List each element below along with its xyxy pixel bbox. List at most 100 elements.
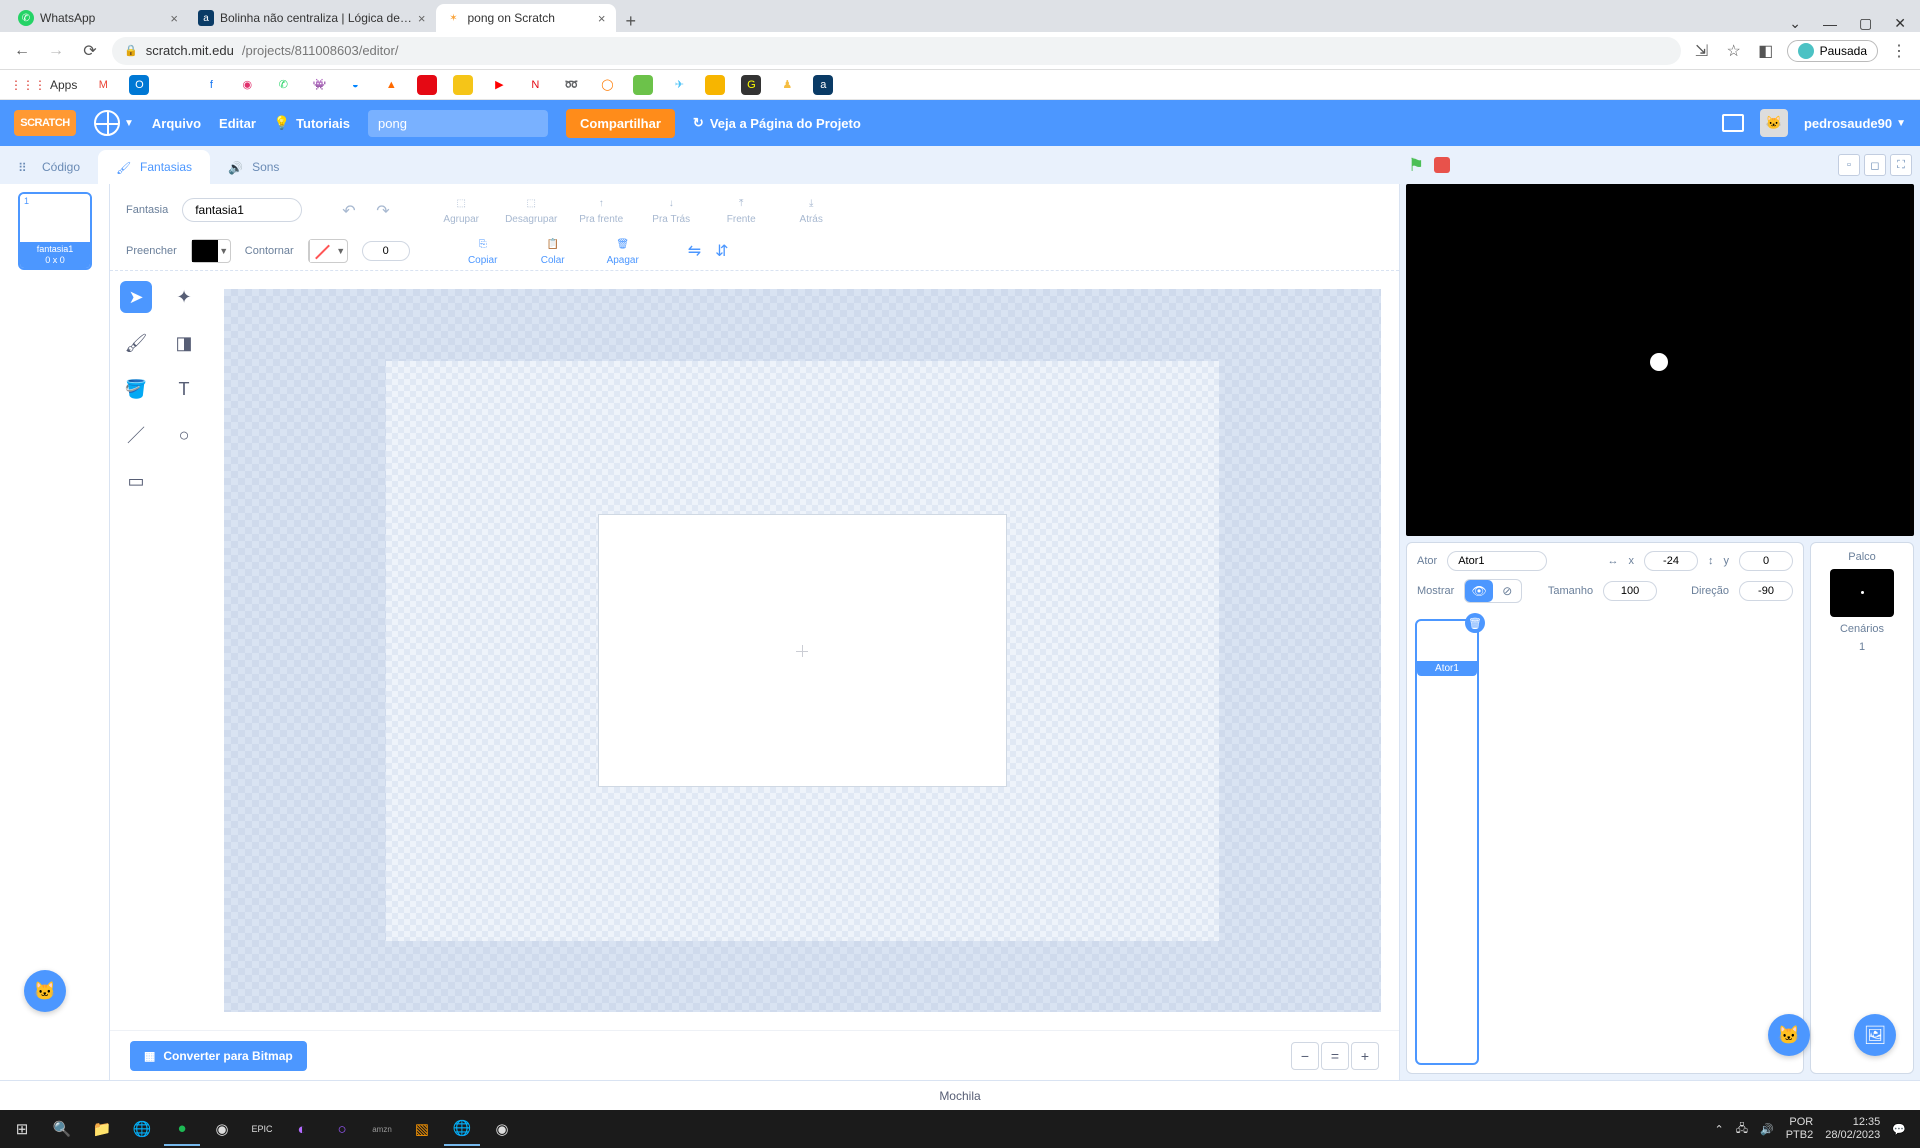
tab-sounds[interactable]: 🔊Sons: [210, 150, 297, 184]
front-button[interactable]: ⤒Frente: [716, 194, 766, 225]
language-indicator[interactable]: PORPTB2: [1786, 1116, 1814, 1142]
language-button[interactable]: ▼: [94, 110, 134, 136]
back-button[interactable]: ⤓Atrás: [786, 194, 836, 225]
explorer-icon[interactable]: 📁: [84, 1112, 120, 1146]
ungroup-button[interactable]: ⬚Desagrupar: [506, 194, 556, 225]
close-window-icon[interactable]: ✕: [1894, 15, 1906, 32]
zoom-out-button[interactable]: −: [1291, 1042, 1319, 1070]
add-backdrop-fab[interactable]: 🖼: [1854, 1014, 1896, 1056]
visibility-toggle[interactable]: 👁 ⊘: [1464, 579, 1522, 603]
maximize-icon[interactable]: ▢: [1859, 15, 1872, 32]
notifications-icon[interactable]: 💬: [1892, 1123, 1906, 1136]
close-icon[interactable]: ×: [418, 11, 426, 26]
menu-file[interactable]: Arquivo: [152, 116, 201, 131]
stage-large-button[interactable]: ◻: [1864, 154, 1886, 176]
group-button[interactable]: ⬚Agrupar: [436, 194, 486, 225]
reshape-tool[interactable]: ✦: [168, 281, 200, 313]
url-field[interactable]: 🔒 scratch.mit.edu/projects/811008603/edi…: [112, 37, 1681, 65]
costume-name-input[interactable]: [182, 198, 302, 222]
show-icon[interactable]: 👁: [1465, 580, 1493, 602]
side-panel-icon[interactable]: ◧: [1755, 40, 1777, 62]
tab-code[interactable]: ⠿Código: [0, 150, 98, 184]
search-icon[interactable]: 🔍: [44, 1112, 80, 1146]
opera-icon[interactable]: ○: [324, 1112, 360, 1146]
circle-tool[interactable]: ○: [168, 419, 200, 451]
select-tool[interactable]: ➤: [120, 281, 152, 313]
reddit-icon[interactable]: 👾: [309, 75, 329, 95]
scratch-logo[interactable]: SCRATCH: [14, 110, 76, 136]
folder-icon[interactable]: [1722, 114, 1744, 132]
bookmark-icon[interactable]: [453, 75, 473, 95]
add-sprite-fab[interactable]: 🐱: [1768, 1014, 1810, 1056]
app-icon[interactable]: ◐: [284, 1112, 320, 1146]
browser-tab-active[interactable]: ✶ pong on Scratch ×: [436, 4, 616, 32]
install-icon[interactable]: ⇲: [1691, 40, 1713, 62]
stage-selector[interactable]: Palco Cenários 1: [1810, 542, 1914, 1074]
bookmark-icon[interactable]: ✈: [669, 75, 689, 95]
kebab-menu-icon[interactable]: ⋮: [1888, 40, 1910, 62]
steam-icon[interactable]: ◉: [204, 1112, 240, 1146]
gmail-icon[interactable]: M: [93, 75, 113, 95]
stage-thumbnail[interactable]: [1830, 569, 1894, 617]
copy-button[interactable]: ⎘Copiar: [458, 235, 508, 266]
paint-stage-area[interactable]: [386, 361, 1219, 941]
eraser-tool[interactable]: ◨: [168, 327, 200, 359]
messenger-icon[interactable]: ◒: [345, 75, 365, 95]
tab-costumes[interactable]: 🖌Fantasias: [98, 150, 210, 184]
spotify-icon[interactable]: ●: [164, 1112, 200, 1146]
whatsapp-bm-icon[interactable]: ✆: [273, 75, 293, 95]
bookmark-icon[interactable]: ◯: [597, 75, 617, 95]
network-icon[interactable]: 🖧: [1736, 1120, 1748, 1139]
delete-sprite-icon[interactable]: 🗑: [1465, 613, 1485, 633]
outline-width-input[interactable]: [362, 241, 410, 261]
apps-shortcut[interactable]: ⋮⋮⋮Apps: [10, 75, 77, 95]
reload-button[interactable]: ⟳: [78, 41, 102, 61]
bookmark-star-icon[interactable]: ☆: [1723, 40, 1745, 62]
youtube-icon[interactable]: ▶: [489, 75, 509, 95]
sublime-icon[interactable]: ▧: [404, 1112, 440, 1146]
flip-vertical-icon[interactable]: ⇵: [715, 241, 728, 261]
backpack[interactable]: Mochila: [0, 1080, 1920, 1110]
browser-tab[interactable]: a Bolinha não centraliza | Lógica de… ×: [188, 4, 436, 32]
outline-color-picker[interactable]: ▼: [308, 239, 348, 263]
volume-icon[interactable]: 🔊: [1760, 1123, 1774, 1136]
minimize-icon[interactable]: —: [1823, 16, 1837, 32]
menu-tutorials[interactable]: 💡Tutoriais: [274, 115, 350, 131]
delete-button[interactable]: 🗑Apagar: [598, 235, 648, 266]
forward-button[interactable]: ↑Pra frente: [576, 194, 626, 225]
app-icon[interactable]: amzn: [364, 1112, 400, 1146]
stop-icon[interactable]: [1434, 157, 1450, 173]
zoom-in-button[interactable]: +: [1351, 1042, 1379, 1070]
zoom-reset-button[interactable]: =: [1321, 1042, 1349, 1070]
paste-button[interactable]: 📋Colar: [528, 235, 578, 266]
bookmark-icon[interactable]: ♟: [777, 75, 797, 95]
bookmark-icon[interactable]: [417, 75, 437, 95]
sprite-item[interactable]: 🗑 Ator1: [1415, 619, 1479, 1065]
bookmark-icon[interactable]: [633, 75, 653, 95]
chevron-down-icon[interactable]: ⌄: [1789, 15, 1801, 32]
sprite-y-input[interactable]: [1739, 551, 1793, 571]
chrome-icon[interactable]: 🌐: [124, 1112, 160, 1146]
backward-button[interactable]: ↓Pra Trás: [646, 194, 696, 225]
fullscreen-button[interactable]: ⛶: [1890, 154, 1912, 176]
epic-icon[interactable]: EPIC: [244, 1112, 280, 1146]
scrollbar[interactable]: [101, 188, 107, 1076]
profile-chip[interactable]: Pausada: [1787, 40, 1878, 62]
bookmark-icon[interactable]: G: [741, 75, 761, 95]
new-tab-button[interactable]: +: [616, 11, 647, 32]
close-icon[interactable]: ×: [598, 11, 606, 26]
sprite-size-input[interactable]: [1603, 581, 1657, 601]
green-flag-icon[interactable]: ⚑: [1408, 155, 1428, 175]
start-button[interactable]: ⊞: [4, 1112, 40, 1146]
menu-edit[interactable]: Editar: [219, 116, 256, 131]
costume-thumb[interactable]: 1 fantasia10 x 0: [18, 192, 92, 270]
brush-tool[interactable]: 🖌: [120, 327, 152, 359]
sprite-direction-input[interactable]: [1739, 581, 1793, 601]
netflix-icon[interactable]: N: [525, 75, 545, 95]
bookmark-icon[interactable]: ▲: [381, 75, 401, 95]
sprite-x-input[interactable]: [1644, 551, 1698, 571]
project-title-input[interactable]: [368, 110, 548, 137]
back-button[interactable]: ←: [10, 42, 34, 60]
stage-small-button[interactable]: ▫: [1838, 154, 1860, 176]
undo-button[interactable]: ↶: [342, 201, 362, 219]
